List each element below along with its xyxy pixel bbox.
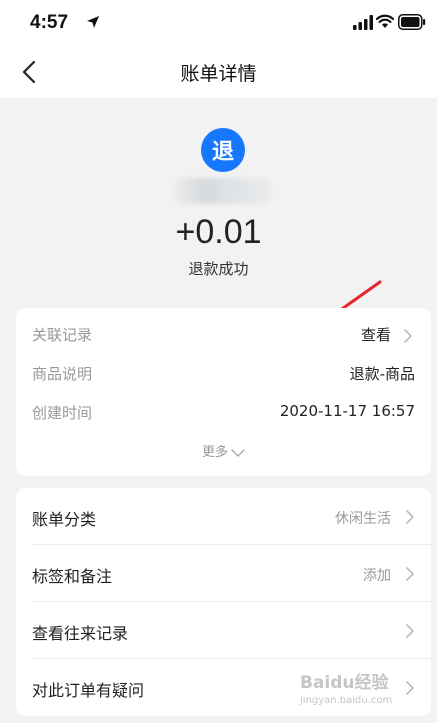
action-label: 账单分类	[32, 510, 97, 529]
chevron-right-icon	[404, 329, 412, 343]
detail-label: 商品说明	[32, 365, 93, 383]
detail-row-created-time: 创建时间 2020-11-17 16:57	[32, 402, 415, 426]
detail-label: 创建时间	[32, 404, 93, 422]
action-value: 添加	[363, 568, 391, 584]
action-label: 标签和备注	[32, 567, 113, 586]
location-arrow-icon	[87, 16, 99, 28]
details-card: 关联记录 查看 商品说明 退款-商品 创建时间 2020-11-17 16:57…	[16, 308, 431, 476]
watermark-brand: Baidu经验	[300, 673, 389, 693]
chevron-right-icon	[406, 624, 414, 638]
page-title: 账单详情	[180, 63, 257, 85]
detail-row-related[interactable]: 关联记录 查看	[32, 324, 415, 348]
navigation-bar: 账单详情	[0, 46, 437, 98]
action-row-history[interactable]: 查看往来记录	[16, 602, 431, 659]
detail-value: 退款-商品	[349, 365, 415, 383]
more-label: 更多	[201, 445, 228, 460]
battery-icon	[398, 14, 426, 30]
action-label: 查看往来记录	[32, 624, 129, 643]
bill-status: 退款成功	[188, 260, 249, 278]
wifi-icon	[376, 14, 394, 28]
action-label: 对此订单有疑问	[32, 681, 145, 700]
blurred-merchant-name	[175, 178, 271, 204]
status-bar: 4:57	[0, 0, 437, 46]
watermark: Baidu经验 jingyan.baidu.com	[300, 668, 430, 718]
view-link[interactable]: 查看	[361, 324, 391, 345]
more-toggle[interactable]: 更多	[16, 441, 431, 460]
action-value: 休闲生活	[335, 511, 391, 527]
detail-row-description: 商品说明 退款-商品	[32, 363, 415, 387]
chevron-right-icon	[406, 567, 414, 581]
detail-label: 关联记录	[32, 326, 93, 344]
bill-amount: +0.01	[175, 213, 262, 251]
refund-badge-icon: 退	[201, 128, 245, 172]
chevron-down-icon	[231, 448, 245, 457]
action-row-tags-notes[interactable]: 标签和备注 添加	[16, 545, 431, 602]
cellular-signal-icon	[353, 15, 373, 30]
detail-value: 2020-11-17 16:57	[279, 402, 415, 420]
bill-header: 退 +0.01 退款成功	[0, 98, 437, 356]
action-row-category[interactable]: 账单分类 休闲生活	[16, 488, 431, 545]
watermark-url: jingyan.baidu.com	[300, 695, 393, 706]
status-time: 4:57	[30, 12, 69, 33]
chevron-right-icon	[406, 510, 414, 524]
